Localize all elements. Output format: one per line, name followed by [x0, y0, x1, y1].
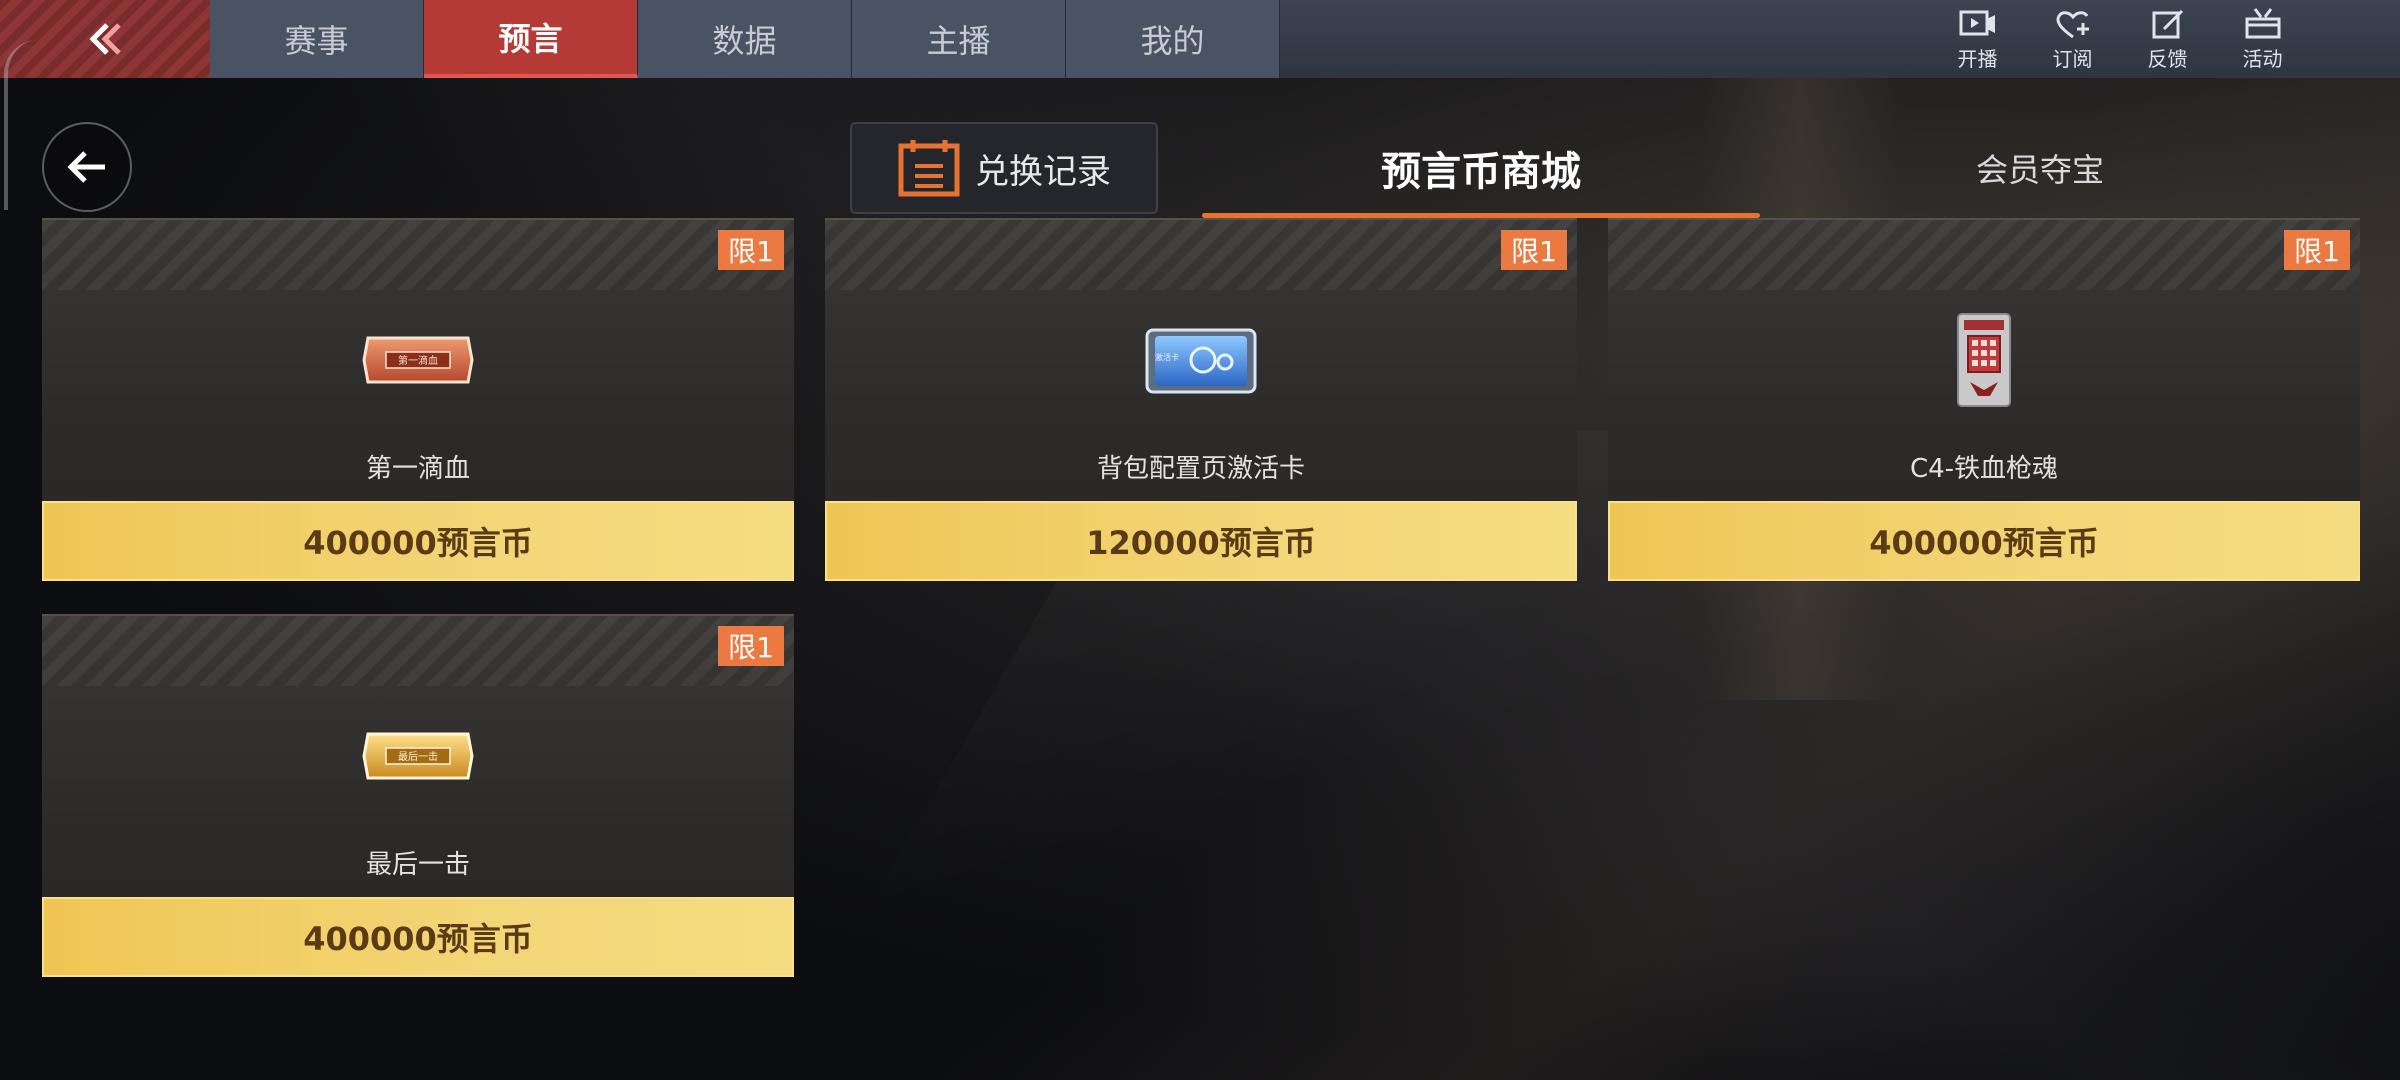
tab-label: 预言 — [498, 20, 563, 58]
limit-badge: 限1 — [718, 626, 784, 666]
shop-item-card[interactable]: 限1 C4-铁血枪魂 400000预言币 — [1608, 218, 2360, 581]
action-label: 活动 — [2242, 46, 2283, 71]
top-nav-bar: 赛事 预言 数据 主播 我的 开播 订阅 反馈 活动 — [0, 0, 2400, 78]
shop-item-card[interactable]: 限1 第一滴血 第一滴血 400000预言币 — [42, 218, 794, 581]
price-label: 400000预言币 — [1869, 524, 2099, 562]
tab-label: 预言币商城 — [1381, 149, 1581, 195]
action-label: 开播 — [1957, 46, 1998, 71]
feedback-button[interactable]: 反馈 — [2120, 0, 2215, 78]
tab-events[interactable]: 赛事 — [210, 0, 424, 78]
arrow-left-icon — [67, 151, 105, 183]
price-button[interactable]: 400000预言币 — [1608, 501, 2360, 581]
tab-streamers[interactable]: 主播 — [852, 0, 1066, 78]
exchange-record-button[interactable]: 兑换记录 — [850, 122, 1158, 214]
back-button[interactable] — [42, 122, 132, 212]
gift-icon — [2245, 7, 2280, 38]
last-hit-plate-icon: 最后一击 — [358, 696, 478, 816]
price-button[interactable]: 120000预言币 — [825, 501, 1577, 581]
limit-badge: 限1 — [2284, 230, 2350, 270]
action-label: 反馈 — [2147, 46, 2188, 71]
calendar-list-icon — [898, 140, 960, 197]
item-name: 背包配置页激活卡 — [1096, 454, 1305, 484]
edge-decoration — [4, 40, 38, 210]
subscribe-button[interactable]: 订阅 — [2025, 0, 2120, 78]
item-name: 第一滴血 — [365, 454, 470, 484]
card-text: 激活卡 — [1155, 352, 1179, 362]
limit-badge: 限1 — [718, 230, 784, 270]
item-name: C4-铁血枪魂 — [1909, 454, 2059, 484]
tab-label: 我的 — [1140, 22, 1205, 60]
heart-plus-icon — [2055, 10, 2089, 38]
start-stream-button[interactable]: 开播 — [1930, 0, 2025, 78]
plate-text: 第一滴血 — [398, 354, 438, 367]
tab-label: 主播 — [926, 22, 991, 60]
price-button[interactable]: 400000预言币 — [42, 501, 794, 581]
video-icon — [1959, 10, 1995, 35]
app-root: 赛事 预言 数据 主播 我的 开播 订阅 反馈 活动 兑换记录 预言币商城 会员… — [0, 0, 2400, 1080]
activation-card-icon: 激活卡 — [1141, 300, 1261, 420]
price-button[interactable]: 400000预言币 — [42, 897, 794, 977]
price-label: 400000预言币 — [303, 920, 533, 958]
shop-item-card[interactable]: 限1 最后一击 最后一击 400000预言币 — [42, 614, 794, 977]
tab-label: 会员夺宝 — [1975, 151, 2104, 189]
edit-icon — [2152, 9, 2183, 38]
tab-prediction[interactable]: 预言 — [424, 0, 638, 78]
shop-item-card[interactable]: 限1 激活卡 背包配置页激活卡 120000预言币 — [825, 218, 1577, 581]
price-label: 400000预言币 — [303, 524, 533, 562]
action-label: 订阅 — [2052, 46, 2093, 71]
c4-bomb-icon — [1924, 300, 2044, 420]
first-blood-plate-icon: 第一滴血 — [358, 300, 478, 420]
item-name: 最后一击 — [365, 850, 470, 880]
double-chevron-left-icon — [89, 23, 121, 55]
tab-member-treasure[interactable]: 会员夺宝 — [1760, 122, 2320, 214]
limit-badge: 限1 — [1501, 230, 1567, 270]
tab-coin-shop[interactable]: 预言币商城 — [1202, 122, 1760, 218]
top-actions: 开播 订阅 反馈 活动 — [1930, 0, 2400, 78]
activity-button[interactable]: 活动 — [2215, 0, 2310, 78]
exchange-label: 兑换记录 — [975, 151, 1111, 192]
plate-text: 最后一击 — [398, 751, 438, 763]
tab-data[interactable]: 数据 — [638, 0, 852, 78]
price-label: 120000预言币 — [1086, 524, 1316, 562]
tab-label: 赛事 — [284, 22, 349, 60]
tab-label: 数据 — [712, 22, 777, 60]
tab-mine[interactable]: 我的 — [1066, 0, 1280, 78]
